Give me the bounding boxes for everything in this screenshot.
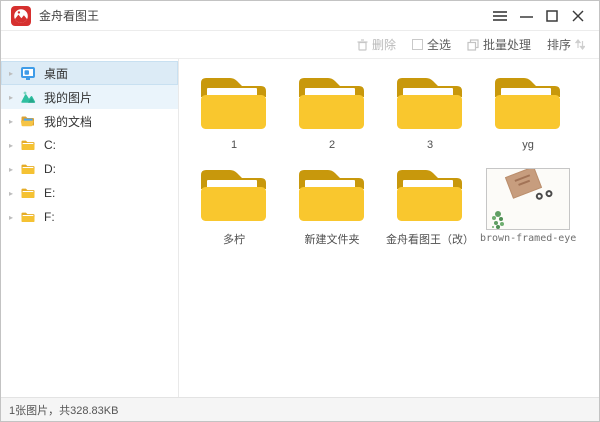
drive-folder-icon xyxy=(20,161,37,177)
sidebar-item-5[interactable]: ▸ D: xyxy=(1,157,178,181)
tree-expand-arrow-icon[interactable]: ▸ xyxy=(9,141,20,150)
menu-icon[interactable] xyxy=(487,2,513,30)
folder-item[interactable]: yg xyxy=(479,73,577,151)
sidebar-item-label: 桌面 xyxy=(44,65,68,82)
desktop-icon xyxy=(20,65,37,81)
thumbnail-plant-graphic xyxy=(495,211,501,217)
delete-label: 删除 xyxy=(372,36,396,53)
image-thumbnail[interactable] xyxy=(486,168,570,230)
select-all-checkbox[interactable] xyxy=(412,39,423,50)
folder-name: 新建文件夹 xyxy=(305,231,360,247)
image-item[interactable]: brown-framed-eye... xyxy=(479,165,577,247)
folder-item[interactable]: 3 xyxy=(381,73,479,151)
tree-expand-arrow-icon[interactable]: ▸ xyxy=(9,93,20,102)
tree-expand-arrow-icon[interactable]: ▸ xyxy=(9,117,20,126)
window-title: 金舟看图王 xyxy=(39,7,99,24)
folder-icon xyxy=(492,73,564,136)
delete-button[interactable]: 删除 xyxy=(357,36,396,53)
folder-grid: 1 2 3 yg 多柠 新建文件夹 金舟看图王（改） brown-framed-eye... xyxy=(185,73,599,247)
sort-label: 排序 xyxy=(547,36,571,53)
sort-arrows-icon xyxy=(575,39,585,50)
drive-folder-icon xyxy=(20,209,37,225)
app-logo-icon xyxy=(11,6,31,26)
sidebar-item-label: D: xyxy=(44,162,56,176)
batch-icon xyxy=(467,39,479,51)
status-summary: 1张图片，共328.83KB xyxy=(9,402,118,418)
folder-icon xyxy=(296,73,368,136)
select-all-button[interactable]: 全选 xyxy=(412,36,451,53)
sidebar-item-2[interactable]: ▸ 我的图片 xyxy=(1,85,178,109)
documents-icon xyxy=(20,113,37,129)
minimize-button[interactable] xyxy=(513,2,539,30)
sidebar-item-label: E: xyxy=(44,186,55,200)
app-window: 金舟看图王 删除 全选 xyxy=(0,0,600,422)
sidebar-item-4[interactable]: ▸ C: xyxy=(1,133,178,157)
sidebar-tree: ▸ 桌面 ▸ 我的图片 ▸ 我的文档 ▸ C: ▸ D: ▸ E: ▸ F: xyxy=(1,59,179,397)
folder-icon xyxy=(198,165,270,228)
window-controls xyxy=(487,2,591,30)
sort-button[interactable]: 排序 xyxy=(547,36,585,53)
folder-name: 2 xyxy=(329,139,335,151)
maximize-button[interactable] xyxy=(539,2,565,30)
sidebar-item-6[interactable]: ▸ E: xyxy=(1,181,178,205)
image-name: brown-framed-eye... xyxy=(480,233,576,244)
folder-icon xyxy=(394,165,466,228)
tree-expand-arrow-icon[interactable]: ▸ xyxy=(9,165,20,174)
title-bar: 金舟看图王 xyxy=(1,1,599,31)
folder-icon xyxy=(296,165,368,228)
sidebar-item-3[interactable]: ▸ 我的文档 xyxy=(1,109,178,133)
tree-expand-arrow-icon[interactable]: ▸ xyxy=(9,213,20,222)
sidebar-item-7[interactable]: ▸ F: xyxy=(1,205,178,229)
thumbnail-eyeglasses-graphic xyxy=(535,189,557,204)
sidebar-item-label: 我的文档 xyxy=(44,113,92,130)
close-button[interactable] xyxy=(565,2,591,30)
file-browser-area: 1 2 3 yg 多柠 新建文件夹 金舟看图王（改） brown-framed-eye... xyxy=(179,59,599,397)
sidebar-item-1[interactable]: ▸ 桌面 xyxy=(1,61,178,85)
folder-item[interactable]: 2 xyxy=(283,73,381,151)
folder-item[interactable]: 1 xyxy=(185,73,283,151)
toolbar: 删除 全选 批量处理 排序 xyxy=(1,31,599,59)
folder-name: 1 xyxy=(231,139,237,151)
sidebar-item-label: C: xyxy=(44,138,56,152)
batch-process-button[interactable]: 批量处理 xyxy=(467,36,531,53)
folder-icon xyxy=(394,73,466,136)
sidebar-item-label: F: xyxy=(44,210,55,224)
folder-name: 金舟看图王（改） xyxy=(386,231,474,247)
batch-process-label: 批量处理 xyxy=(483,36,531,53)
folder-item[interactable]: 金舟看图王（改） xyxy=(381,165,479,247)
trash-icon xyxy=(357,39,368,51)
select-all-label: 全选 xyxy=(427,36,451,53)
folder-name: 3 xyxy=(427,139,433,151)
drive-folder-icon xyxy=(20,185,37,201)
drive-folder-icon xyxy=(20,137,37,153)
tree-expand-arrow-icon[interactable]: ▸ xyxy=(9,189,20,198)
folder-item[interactable]: 多柠 xyxy=(185,165,283,247)
folder-item[interactable]: 新建文件夹 xyxy=(283,165,381,247)
pictures-icon xyxy=(20,89,37,105)
status-bar: 1张图片，共328.83KB xyxy=(1,397,599,421)
folder-name: 多柠 xyxy=(223,231,245,247)
sidebar-item-label: 我的图片 xyxy=(44,89,92,106)
folder-icon xyxy=(198,73,270,136)
tree-expand-arrow-icon[interactable]: ▸ xyxy=(9,69,20,78)
folder-name: yg xyxy=(522,139,534,151)
